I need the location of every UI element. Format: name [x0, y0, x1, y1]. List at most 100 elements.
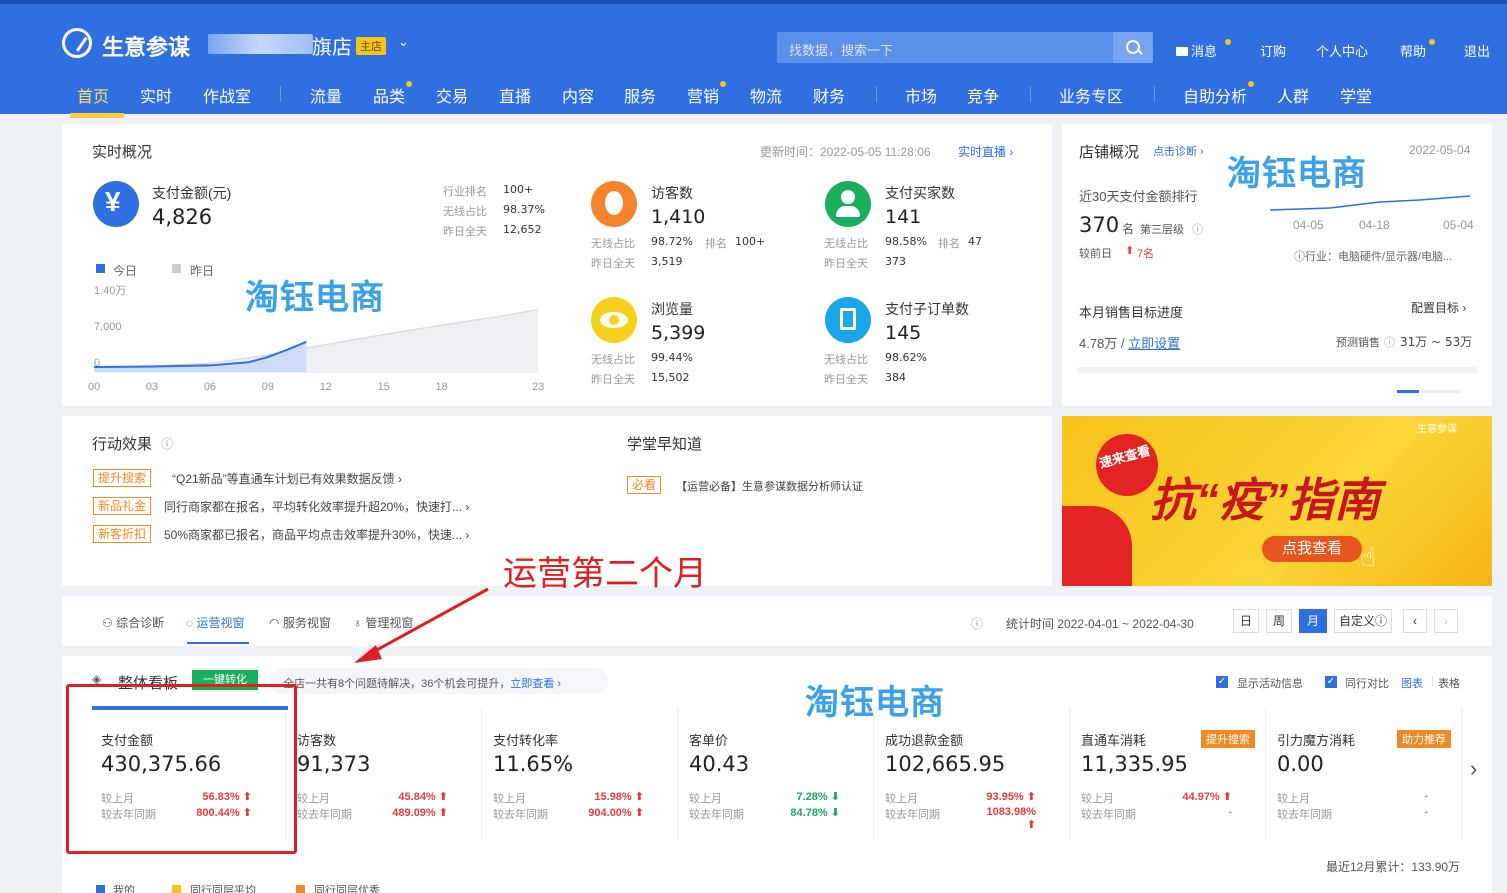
- action-item[interactable]: 同行商家都在报名，平均转化效率提升超20%，快速打... ›: [164, 498, 469, 515]
- rank-label: 近30天支付金额排行: [1079, 189, 1198, 204]
- personal-center-link[interactable]: 个人中心: [1316, 41, 1368, 60]
- kpi-badge[interactable]: 提升搜索: [1201, 730, 1255, 748]
- period-custom-button[interactable]: 自定义ⓘ: [1334, 609, 1392, 633]
- orders-value: 145: [885, 322, 922, 344]
- nav-live[interactable]: 直播: [499, 83, 531, 107]
- nav-crowd[interactable]: 人群: [1277, 83, 1309, 107]
- kpi-year-label: 较去年同期: [1081, 809, 1136, 821]
- kpi-label: 直通车消耗: [1081, 733, 1147, 748]
- buyers-rank-value: 47: [968, 235, 982, 248]
- legend-swatch: [172, 885, 181, 893]
- nav-traffic[interactable]: 流量: [310, 83, 342, 107]
- tab-comprehensive[interactable]: ⚇ 综合诊断: [102, 614, 164, 631]
- info-icon[interactable]: ⓘ: [971, 615, 983, 632]
- nav-market[interactable]: 市场: [905, 83, 937, 107]
- diagnose-link[interactable]: 点击诊断 ›: [1153, 143, 1204, 159]
- kpi-year-change: -: [1172, 806, 1232, 818]
- carousel-indicator-active[interactable]: [1397, 390, 1419, 393]
- period-month-button[interactable]: 月: [1299, 609, 1327, 633]
- kpi-card[interactable]: 客单价 40.43 较上月 较去年同期 7.28% ⬇ 84.78% ⬇: [680, 708, 874, 840]
- arrow-up-icon: ⬆: [634, 807, 644, 819]
- view-divider: |: [1431, 675, 1434, 687]
- kpi-badge[interactable]: 助力推荐: [1397, 730, 1451, 748]
- tab-service[interactable]: ◠ 服务视窗: [269, 614, 331, 631]
- yearly-total: 最近12月累计：133.90万: [1326, 860, 1461, 874]
- period-week-button[interactable]: 周: [1266, 609, 1292, 633]
- banner-cta-button[interactable]: 点我查看: [1262, 536, 1362, 562]
- live-link[interactable]: 实时直播 ›: [958, 143, 1013, 160]
- prev-period-button[interactable]: ‹: [1403, 609, 1427, 633]
- nav-service[interactable]: 服务: [624, 83, 656, 107]
- prev-day-label: 较前日: [1079, 248, 1112, 260]
- kpi-month-label: 较上月: [1081, 793, 1114, 805]
- orders-wireless-value: 98.62%: [885, 351, 927, 364]
- show-activity-checkbox[interactable]: ✓: [1216, 676, 1228, 688]
- kpi-label: 成功退款金额: [885, 733, 964, 748]
- nav-competition[interactable]: 竞争: [967, 83, 999, 107]
- nav-finance[interactable]: 财务: [813, 83, 845, 107]
- goal-config-link[interactable]: 配置目标 ›: [1411, 299, 1466, 316]
- action-item[interactable]: 50%商家都已报名，商品平均点击效率提升30%，快速... ›: [164, 526, 469, 543]
- search-icon[interactable]: [1113, 32, 1153, 63]
- nav-home[interactable]: 首页: [77, 83, 109, 107]
- brand-name[interactable]: 生意参谋: [102, 30, 190, 62]
- notice-link[interactable]: 立即查看 ›: [510, 678, 561, 690]
- nav-business-zone[interactable]: 业务专区: [1059, 83, 1123, 107]
- nav-content[interactable]: 内容: [562, 83, 594, 107]
- x-tick-label: 15: [378, 381, 390, 393]
- kpi-card[interactable]: 成功退款金额 102,665.95 较上月 较去年同期 93.95% ⬆ 1083.98%…: [876, 708, 1070, 840]
- messages-link[interactable]: 消息: [1176, 41, 1217, 60]
- nav-divider: [876, 86, 877, 102]
- visitors-label: 访客数: [651, 185, 693, 201]
- tab-operations[interactable]: ◌ 运营视窗: [186, 614, 244, 631]
- kpi-card[interactable]: 支付转化率 11.65% 较上月 较去年同期 15.98% ⬆ 904.00% ⬆: [484, 708, 678, 840]
- view-chart-link[interactable]: 图表: [1401, 675, 1423, 691]
- shop-title: 店铺概况: [1079, 144, 1140, 161]
- tier-label: 第三层级: [1140, 224, 1184, 236]
- info-icon[interactable]: ⓘ: [1384, 334, 1395, 350]
- search-input[interactable]: 找数据，搜索一下: [777, 32, 1114, 63]
- kpi-value: 11.65%: [493, 752, 574, 776]
- nav-self-analysis[interactable]: 自助分析: [1183, 83, 1247, 107]
- promo-banner[interactable]: 速来查看 生意参谋 抗“疫”指南 点我查看 ☝: [1062, 416, 1492, 586]
- nav-trade[interactable]: 交易: [436, 83, 468, 107]
- info-icon[interactable]: ⓘ: [1192, 221, 1203, 237]
- kpi-card[interactable]: 引力魔方消耗 助力推荐 0.00 较上月 较去年同期 - -: [1268, 708, 1462, 840]
- logo-icon[interactable]: [62, 28, 92, 58]
- subscribe-link[interactable]: 订购: [1260, 41, 1286, 60]
- kpi-year-change: 904.00% ⬆: [584, 806, 644, 819]
- nav-war-room[interactable]: 作战室: [203, 83, 251, 107]
- next-period-button[interactable]: ›: [1434, 609, 1458, 633]
- nav-realtime[interactable]: 实时: [140, 83, 172, 107]
- update-time: 更新时间：2022-05-05 11:28:06: [760, 145, 931, 159]
- kpi-next-arrow-icon[interactable]: ›: [1470, 756, 1477, 782]
- user-icon: [825, 181, 871, 227]
- industry-rank-label: 行业排名: [443, 186, 487, 198]
- carousel-indicator[interactable]: [1422, 390, 1460, 393]
- action-tag: 提升搜索: [93, 469, 152, 487]
- kpi-year-change: -: [1368, 806, 1428, 818]
- views-wireless-label: 无线占比: [591, 354, 635, 366]
- goal-set-link[interactable]: 立即设置: [1128, 336, 1180, 351]
- legend-swatch: [96, 885, 105, 893]
- shop-switch-chevron-icon[interactable]: ⌄: [398, 34, 409, 50]
- nav-school[interactable]: 学堂: [1340, 83, 1372, 107]
- realtime-title: 实时概况: [92, 144, 153, 161]
- kpi-label: 访客数: [297, 733, 337, 748]
- stat-period: 统计时间 2022-04-01 ~ 2022-04-30: [1006, 617, 1194, 631]
- nav-marketing[interactable]: 营销: [687, 83, 719, 107]
- school-item[interactable]: 【运营必备】生意参谋数据分析师认证: [676, 478, 863, 494]
- kpi-card[interactable]: 访客数 91,373 较上月 较去年同期 45.84% ⬆ 489.09% ⬆: [288, 708, 482, 840]
- kpi-card[interactable]: 直通车消耗 提升搜索 11,335.95 较上月 较去年同期 44.97% ⬆ -: [1072, 708, 1266, 840]
- period-day-button[interactable]: 日: [1233, 609, 1259, 633]
- view-table-link[interactable]: 表格: [1438, 675, 1460, 691]
- show-activity-label: 显示活动信息: [1237, 678, 1303, 690]
- logout-link[interactable]: 退出: [1464, 41, 1490, 60]
- nav-category[interactable]: 品类: [373, 83, 405, 107]
- info-icon[interactable]: ⓘ: [161, 435, 173, 452]
- peer-compare-checkbox[interactable]: ✓: [1325, 676, 1337, 688]
- nav-logistics[interactable]: 物流: [750, 83, 782, 107]
- legend-yesterday: 昨日: [190, 264, 215, 278]
- action-item[interactable]: “Q21新品”等直通车计划已有效果数据反馈 ›: [172, 470, 402, 487]
- help-link[interactable]: 帮助: [1400, 41, 1426, 60]
